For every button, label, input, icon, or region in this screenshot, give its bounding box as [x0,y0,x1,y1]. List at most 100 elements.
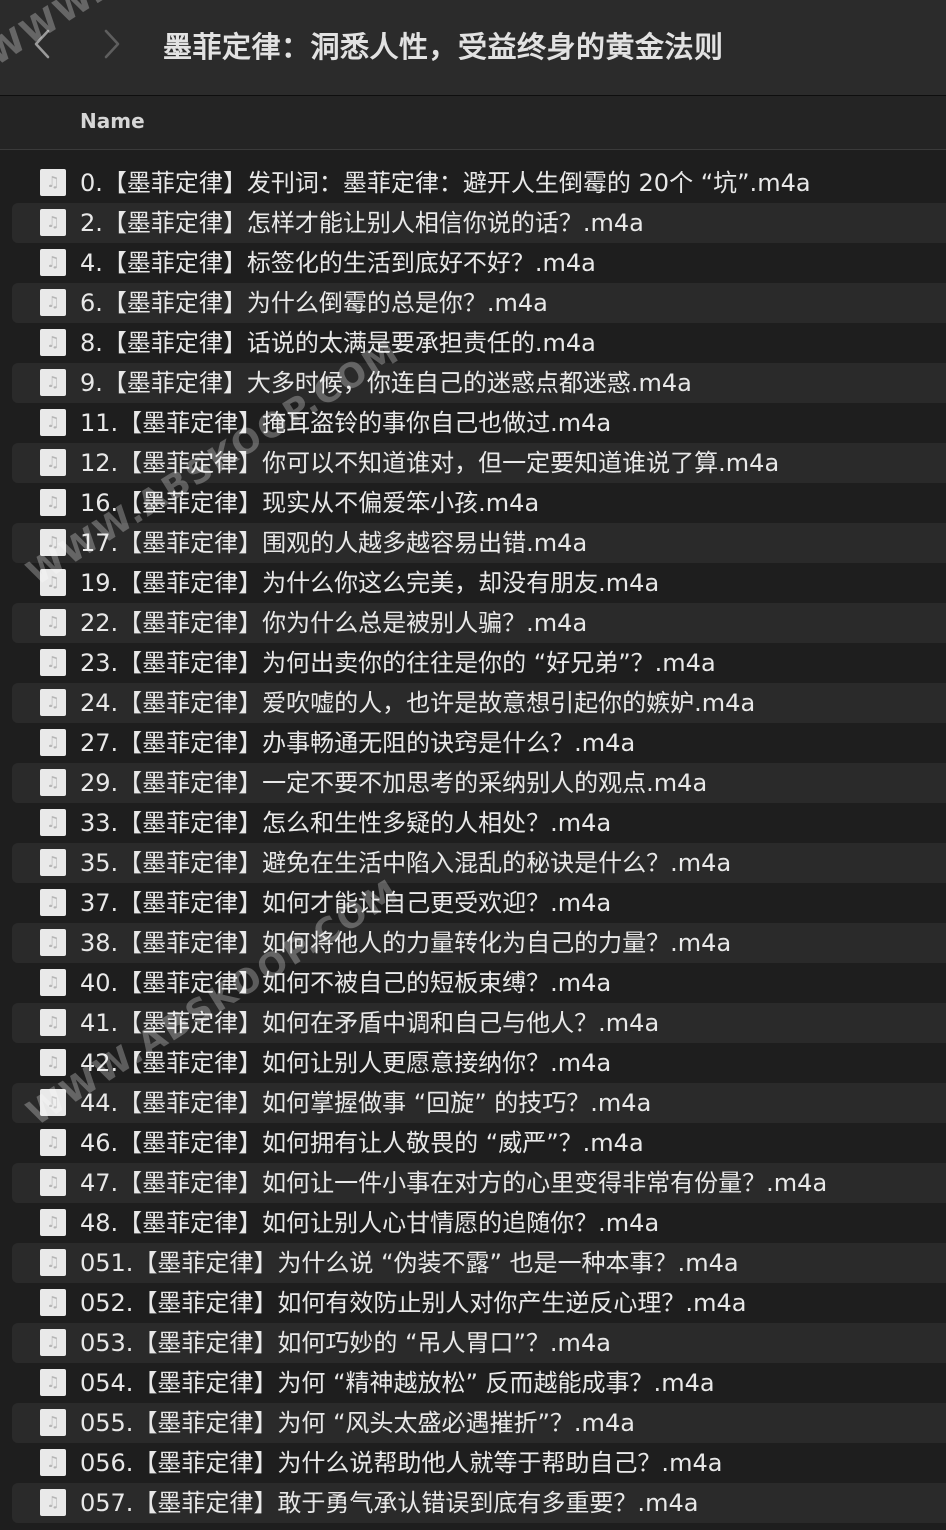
audio-file-icon: ♫ [40,689,66,716]
file-row[interactable]: ♫ 29.【墨菲定律】一定不要不加思考的采纳别人的观点.m4a [0,763,946,803]
file-row[interactable]: ♫ 051.【墨菲定律】为什么说 “伪装不露” 也是一种本事？.m4a [0,1243,946,1283]
file-name: 35.【墨菲定律】避免在生活中陷入混乱的秘诀是什么？.m4a [80,849,732,877]
file-name: 41.【墨菲定律】如何在矛盾中调和自己与他人？.m4a [80,1009,660,1037]
music-note-icon: ♫ [46,373,60,391]
file-row[interactable]: ♫ 48.【墨菲定律】如何让别人心甘情愿的追随你？.m4a [0,1203,946,1243]
music-note-icon: ♫ [46,613,60,631]
file-row[interactable]: ♫ 41.【墨菲定律】如何在矛盾中调和自己与他人？.m4a [0,1003,946,1043]
file-name: 8.【墨菲定律】话说的太满是要承担责任的.m4a [80,329,596,357]
file-row[interactable]: ♫ 8.【墨菲定律】话说的太满是要承担责任的.m4a [0,323,946,363]
file-name: 11.【墨菲定律】掩耳盗铃的事你自己也做过.m4a [80,409,612,437]
audio-file-icon: ♫ [40,649,66,676]
music-note-icon: ♫ [46,773,60,791]
file-name: 055.【墨菲定律】为何 “风头太盛必遇摧折”？.m4a [80,1409,635,1437]
audio-file-icon: ♫ [40,1049,66,1076]
music-note-icon: ♫ [46,1413,60,1431]
music-note-icon: ♫ [46,1093,60,1111]
file-name: 38.【墨菲定律】如何将他人的力量转化为自己的力量？.m4a [80,929,732,957]
music-note-icon: ♫ [46,653,60,671]
audio-file-icon: ♫ [40,1209,66,1236]
music-note-icon: ♫ [46,1013,60,1031]
file-row[interactable]: ♫ 44.【墨菲定律】如何掌握做事 “回旋” 的技巧？.m4a [0,1083,946,1123]
file-row[interactable]: ♫ 11.【墨菲定律】掩耳盗铃的事你自己也做过.m4a [0,403,946,443]
file-row[interactable]: ♫ 17.【墨菲定律】围观的人越多越容易出错.m4a [0,523,946,563]
file-name: 12.【墨菲定律】你可以不知道谁对，但一定要知道谁说了算.m4a [80,449,780,477]
music-note-icon: ♫ [46,1213,60,1231]
file-row[interactable]: ♫ 37.【墨菲定律】如何才能让自己更受欢迎？.m4a [0,883,946,923]
file-name: 46.【墨菲定律】如何拥有让人敬畏的 “威严”？.m4a [80,1129,644,1157]
music-note-icon: ♫ [46,533,60,551]
file-row[interactable]: ♫ 054.【墨菲定律】为何 “精神越放松” 反而越能成事？.m4a [0,1363,946,1403]
music-note-icon: ♫ [46,1293,60,1311]
file-row[interactable]: ♫ 40.【墨菲定律】如何不被自己的短板束缚？.m4a [0,963,946,1003]
file-name: 33.【墨菲定律】怎么和生性多疑的人相处？.m4a [80,809,612,837]
file-name: 27.【墨菲定律】办事畅通无阻的诀窍是什么？.m4a [80,729,636,757]
file-row[interactable]: ♫ 056.【墨菲定律】为什么说帮助他人就等于帮助自己？.m4a [0,1443,946,1483]
audio-file-icon: ♫ [40,529,66,556]
file-row[interactable]: ♫ 4.【墨菲定律】标签化的生活到底好不好？.m4a [0,243,946,283]
file-name: 2.【墨菲定律】怎样才能让别人相信你说的话？.m4a [80,209,644,237]
column-header-row: Name [0,96,946,150]
title-bar: 墨菲定律：洞悉人性，受益终身的黄金法则 [0,0,946,96]
music-note-icon: ♫ [46,853,60,871]
music-note-icon: ♫ [46,893,60,911]
file-row[interactable]: ♫ 053.【墨菲定律】如何巧妙的 “吊人胃口”？.m4a [0,1323,946,1363]
file-name: 056.【墨菲定律】为什么说帮助他人就等于帮助自己？.m4a [80,1449,723,1477]
music-note-icon: ♫ [46,693,60,711]
file-name: 053.【墨菲定律】如何巧妙的 “吊人胃口”？.m4a [80,1329,611,1357]
music-note-icon: ♫ [46,1493,60,1511]
file-name: 051.【墨菲定律】为什么说 “伪装不露” 也是一种本事？.m4a [80,1249,739,1277]
file-row[interactable]: ♫ 052.【墨菲定律】如何有效防止别人对你产生逆反心理？.m4a [0,1283,946,1323]
file-row[interactable]: ♫ 38.【墨菲定律】如何将他人的力量转化为自己的力量？.m4a [0,923,946,963]
audio-file-icon: ♫ [40,1409,66,1436]
music-note-icon: ♫ [46,1133,60,1151]
music-note-icon: ♫ [46,293,60,311]
file-row[interactable]: ♫ 2.【墨菲定律】怎样才能让别人相信你说的话？.m4a [0,203,946,243]
chevron-right-icon [104,29,120,59]
audio-file-icon: ♫ [40,889,66,916]
audio-file-icon: ♫ [40,1129,66,1156]
file-row[interactable]: ♫ 0.【墨菲定律】发刊词：墨菲定律：避开人生倒霉的 20个 “坑”.m4a [0,163,946,203]
file-name: 24.【墨菲定律】爱吹嘘的人，也许是故意想引起你的嫉妒.m4a [80,689,756,717]
forward-button[interactable] [92,22,132,66]
file-row[interactable]: ♫ 057.【墨菲定律】敢于勇气承认错误到底有多重要？.m4a [0,1483,946,1523]
file-row[interactable]: ♫ 16.【墨菲定律】现实从不偏爱笨小孩.m4a [0,483,946,523]
music-note-icon: ♫ [46,253,60,271]
file-row[interactable]: ♫ 12.【墨菲定律】你可以不知道谁对，但一定要知道谁说了算.m4a [0,443,946,483]
audio-file-icon: ♫ [40,1009,66,1036]
back-button[interactable] [22,22,62,66]
audio-file-icon: ♫ [40,169,66,196]
file-name: 22.【墨菲定律】你为什么总是被别人骗？.m4a [80,609,588,637]
file-row[interactable]: ♫ 27.【墨菲定律】办事畅通无阻的诀窍是什么？.m4a [0,723,946,763]
audio-file-icon: ♫ [40,929,66,956]
file-row[interactable]: ♫ 33.【墨菲定律】怎么和生性多疑的人相处？.m4a [0,803,946,843]
music-note-icon: ♫ [46,413,60,431]
audio-file-icon: ♫ [40,769,66,796]
file-row[interactable]: ♫ 35.【墨菲定律】避免在生活中陷入混乱的秘诀是什么？.m4a [0,843,946,883]
file-row[interactable]: ♫ 46.【墨菲定律】如何拥有让人敬畏的 “威严”？.m4a [0,1123,946,1163]
file-row[interactable]: ♫ 19.【墨菲定律】为什么你这么完美，却没有朋友.m4a [0,563,946,603]
file-row[interactable]: ♫ 6.【墨菲定律】为什么倒霉的总是你？.m4a [0,283,946,323]
audio-file-icon: ♫ [40,209,66,236]
music-note-icon: ♫ [46,333,60,351]
file-row[interactable]: ♫ 23.【墨菲定律】为何出卖你的往往是你的 “好兄弟”？.m4a [0,643,946,683]
audio-file-icon: ♫ [40,809,66,836]
audio-file-icon: ♫ [40,729,66,756]
file-row[interactable]: ♫ 055.【墨菲定律】为何 “风头太盛必遇摧折”？.m4a [0,1403,946,1443]
file-name: 47.【墨菲定律】如何让一件小事在对方的心里变得非常有份量？.m4a [80,1169,828,1197]
audio-file-icon: ♫ [40,449,66,476]
file-row[interactable]: ♫ 47.【墨菲定律】如何让一件小事在对方的心里变得非常有份量？.m4a [0,1163,946,1203]
audio-file-icon: ♫ [40,969,66,996]
music-note-icon: ♫ [46,213,60,231]
music-note-icon: ♫ [46,453,60,471]
audio-file-icon: ♫ [40,1089,66,1116]
file-row[interactable]: ♫ 42.【墨菲定律】如何让别人更愿意接纳你？.m4a [0,1043,946,1083]
file-row[interactable]: ♫ 22.【墨菲定律】你为什么总是被别人骗？.m4a [0,603,946,643]
audio-file-icon: ♫ [40,329,66,356]
music-note-icon: ♫ [46,1333,60,1351]
audio-file-icon: ♫ [40,1169,66,1196]
file-row[interactable]: ♫ 24.【墨菲定律】爱吹嘘的人，也许是故意想引起你的嫉妒.m4a [0,683,946,723]
name-column-header[interactable]: Name [80,109,145,133]
file-row[interactable]: ♫ 9.【墨菲定律】大多时候，你连自己的迷惑点都迷惑.m4a [0,363,946,403]
file-name: 23.【墨菲定律】为何出卖你的往往是你的 “好兄弟”？.m4a [80,649,716,677]
